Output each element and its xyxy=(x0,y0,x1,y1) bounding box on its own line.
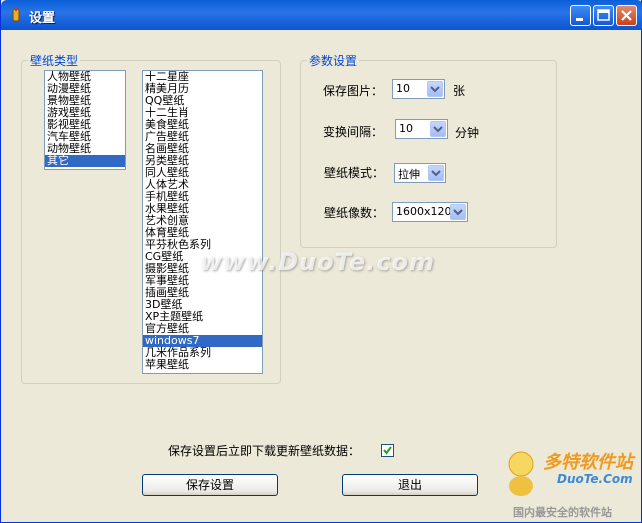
close-button[interactable] xyxy=(616,5,637,26)
dropdown-arrow-icon[interactable] xyxy=(450,204,466,220)
save-images-select[interactable]: 10 xyxy=(392,79,445,99)
interval-select[interactable]: 10 xyxy=(395,119,448,139)
title-bar[interactable]: 设置 xyxy=(1,0,642,30)
minimize-icon xyxy=(576,18,583,21)
logo-en-text: DuoTe.Com xyxy=(557,472,633,486)
dropdown-arrow-icon[interactable] xyxy=(427,81,443,97)
resolution-label: 壁纸像数： xyxy=(324,206,385,220)
logo-tagline: 国内最安全的软件站 xyxy=(513,506,612,519)
close-icon xyxy=(621,10,632,21)
list-item[interactable]: 苹果壁纸 xyxy=(143,359,262,371)
exit-button[interactable]: 退出 xyxy=(342,474,478,496)
update-after-save-checkbox[interactable] xyxy=(381,444,394,457)
maximize-button[interactable] xyxy=(593,5,614,26)
window-title: 设置 xyxy=(29,11,56,26)
checkmark-icon xyxy=(383,446,392,455)
save-images-unit: 张 xyxy=(453,84,466,98)
mode-select[interactable]: 拉伸 xyxy=(394,163,446,183)
update-after-save-label: 保存设置后立即下载更新壁纸数据： xyxy=(168,444,361,458)
duote-logo: 多特软件站 DuoTe.Com 国内最安全的软件站 xyxy=(501,444,637,520)
app-icon xyxy=(12,7,20,22)
mode-value: 拉伸 xyxy=(398,168,420,181)
interval-value: 10 xyxy=(399,122,413,135)
logo-cn-text: 多特软件站 xyxy=(543,452,633,473)
subcategory-listbox[interactable]: 十二星座 精美月历 QQ壁纸 十二生肖 美食壁纸 广告壁纸 名画壁纸 另类壁纸 同人壁纸 人体艺术… xyxy=(142,70,263,374)
mode-label: 壁纸模式： xyxy=(324,166,385,180)
dropdown-arrow-icon[interactable] xyxy=(428,165,444,181)
dropdown-arrow-icon[interactable] xyxy=(430,121,446,137)
wallpaper-type-legend: 壁纸类型 xyxy=(30,54,79,68)
minimize-button[interactable] xyxy=(570,5,591,26)
interval-unit: 分钟 xyxy=(455,126,480,140)
list-item[interactable]: 其它 xyxy=(45,155,125,167)
dialog-body: 壁纸类型 人物壁纸 动漫壁纸 景物壁纸 游戏壁纸 影视壁纸 汽车壁纸 动物壁纸 其它 十二星座… xyxy=(4,30,640,520)
settings-window: 设置 壁纸类型 人物壁纸 动漫壁纸 景物壁纸 游戏壁纸 影视壁纸 汽车壁纸 动物壁纸 其它 十… xyxy=(0,0,642,523)
params-legend: 参数设置 xyxy=(309,54,358,68)
watermark-text: www.DuoTe.com xyxy=(200,248,435,276)
maximize-icon xyxy=(597,9,610,21)
save-settings-button[interactable]: 保存设置 xyxy=(142,474,278,496)
interval-label: 变换间隔： xyxy=(323,125,384,139)
mascot-icon xyxy=(508,451,534,496)
category-listbox[interactable]: 人物壁纸 动漫壁纸 景物壁纸 游戏壁纸 影视壁纸 汽车壁纸 动物壁纸 其它 xyxy=(44,70,126,170)
resolution-select[interactable]: 1600x1200 xyxy=(392,202,468,222)
save-images-value: 10 xyxy=(396,82,410,95)
save-images-label: 保存图片： xyxy=(323,84,384,98)
